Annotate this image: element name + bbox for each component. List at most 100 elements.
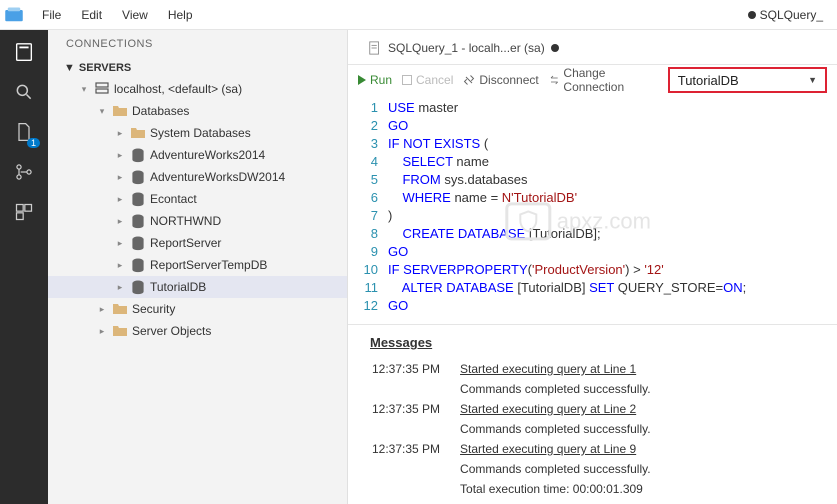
server-icon [94, 81, 110, 97]
code-text[interactable]: USE master GO IF NOT EXISTS ( SELECT nam… [388, 95, 746, 324]
database-icon [130, 257, 146, 273]
database-icon [130, 235, 146, 251]
chevron-right-icon: ▸ [114, 260, 126, 271]
database-select-value: TutorialDB [678, 73, 739, 88]
chevron-right-icon: ▸ [114, 216, 126, 227]
disconnect-button[interactable]: Disconnect [463, 73, 538, 87]
chevron-right-icon: ▸ [96, 304, 108, 315]
message-time: 12:37:35 PM [372, 360, 458, 378]
message-text: Commands completed successfully. [460, 460, 669, 478]
message-time: 12:37:35 PM [372, 400, 458, 418]
databases-label: Databases [132, 104, 189, 118]
database-node[interactable]: ▸ NORTHWND [48, 210, 347, 232]
messages-table: 12:37:35 PMStarted executing query at Li… [370, 358, 671, 500]
database-node[interactable]: ▸ TutorialDB [48, 276, 347, 298]
chevron-down-icon: ▾ [78, 84, 90, 95]
play-icon [358, 75, 366, 85]
modified-dot-icon [551, 44, 559, 52]
open-file-label: SQLQuery_ [748, 8, 833, 22]
folder-label: Server Objects [132, 324, 211, 338]
chevron-right-icon: ▸ [96, 326, 108, 337]
folder-icon [112, 301, 128, 317]
line-numbers: 123456789101112 [348, 95, 388, 324]
database-label: AdventureWorks2014 [150, 148, 265, 162]
run-button[interactable]: Run [358, 73, 392, 87]
server-folder[interactable]: ▸ Server Objects [48, 320, 347, 342]
total-time: Total execution time: 00:00:01.309 [460, 480, 669, 498]
database-icon [130, 191, 146, 207]
sidebar: CONNECTIONS ▼ SERVERS ▾ localhost, <defa… [48, 30, 348, 504]
database-icon [130, 279, 146, 295]
chevron-down-icon: ▾ [96, 106, 108, 117]
messages-title: Messages [370, 335, 815, 350]
database-select[interactable]: TutorialDB ▼ [668, 67, 827, 93]
servers-section[interactable]: ▼ SERVERS [48, 58, 347, 78]
databases-folder[interactable]: ▾ Databases [48, 100, 347, 122]
menu-file[interactable]: File [32, 4, 71, 26]
editor-tabs: SQLQuery_1 - localh...er (sa) [348, 30, 837, 65]
activity-extensions-icon[interactable] [10, 198, 38, 226]
database-icon [130, 213, 146, 229]
database-label: ReportServer [150, 236, 221, 250]
database-node[interactable]: ▸ ReportServer [48, 232, 347, 254]
database-label: ReportServerTempDB [150, 258, 267, 272]
code-editor[interactable]: 123456789101112 USE master GO IF NOT EXI… [348, 95, 837, 324]
tab-label: SQLQuery_1 - localh...er (sa) [388, 41, 545, 55]
database-node[interactable]: ▸System Databases [48, 122, 347, 144]
change-connection-button[interactable]: Change Connection [549, 66, 658, 94]
activity-explorer-icon[interactable]: 1 [10, 118, 38, 146]
disconnect-icon [463, 74, 475, 86]
database-icon [130, 147, 146, 163]
editor-area: SQLQuery_1 - localh...er (sa) Run Cancel… [348, 30, 837, 504]
database-icon [130, 169, 146, 185]
messages-panel: Messages 12:37:35 PMStarted executing qu… [348, 324, 837, 504]
chevron-right-icon: ▸ [114, 282, 126, 293]
message-text: Commands completed successfully. [460, 380, 669, 398]
server-node[interactable]: ▾ localhost, <default> (sa) [48, 78, 347, 100]
message-time: 12:37:35 PM [372, 440, 458, 458]
activity-search-icon[interactable] [10, 78, 38, 106]
message-link[interactable]: Started executing query at Line 2 [460, 400, 669, 418]
chevron-right-icon: ▸ [114, 172, 126, 183]
message-link[interactable]: Started executing query at Line 9 [460, 440, 669, 458]
activity-bar: 1 [0, 30, 48, 504]
cancel-button: Cancel [402, 73, 453, 87]
stop-icon [402, 75, 412, 85]
menu-view[interactable]: View [112, 4, 158, 26]
chevron-down-icon: ▼ [64, 62, 75, 74]
database-node[interactable]: ▸ Econtact [48, 188, 347, 210]
database-label: System Databases [150, 126, 251, 140]
chevron-right-icon: ▸ [114, 194, 126, 205]
open-file-name: SQLQuery_ [760, 8, 823, 22]
folder-label: Security [132, 302, 175, 316]
database-label: TutorialDB [150, 280, 206, 294]
chevron-right-icon: ▸ [114, 150, 126, 161]
menu-edit[interactable]: Edit [71, 4, 112, 26]
folder-icon [112, 103, 128, 119]
database-label: Econtact [150, 192, 197, 206]
query-toolbar: Run Cancel Disconnect Change Connection … [348, 65, 837, 95]
folder-icon [130, 125, 146, 141]
database-label: NORTHWND [150, 214, 221, 228]
chevron-right-icon: ▸ [114, 238, 126, 249]
database-label: AdventureWorksDW2014 [150, 170, 285, 184]
message-link[interactable]: Started executing query at Line 1 [460, 360, 669, 378]
activity-servers-icon[interactable] [10, 38, 38, 66]
editor-tab[interactable]: SQLQuery_1 - localh...er (sa) [356, 35, 571, 62]
database-node[interactable]: ▸ AdventureWorks2014 [48, 144, 347, 166]
menu-help[interactable]: Help [158, 4, 203, 26]
sidebar-title: CONNECTIONS [48, 30, 347, 58]
server-folder[interactable]: ▸ Security [48, 298, 347, 320]
message-text: Commands completed successfully. [460, 420, 669, 438]
file-icon [368, 41, 382, 55]
activity-source-control-icon[interactable] [10, 158, 38, 186]
modified-dot-icon [748, 11, 756, 19]
database-node[interactable]: ▸ ReportServerTempDB [48, 254, 347, 276]
change-connection-icon [549, 74, 560, 86]
folder-icon [112, 323, 128, 339]
database-node[interactable]: ▸ AdventureWorksDW2014 [48, 166, 347, 188]
chevron-down-icon: ▼ [808, 75, 817, 85]
badge: 1 [27, 138, 40, 148]
app-icon [4, 5, 24, 25]
menubar: File Edit View Help SQLQuery_ [0, 0, 837, 30]
